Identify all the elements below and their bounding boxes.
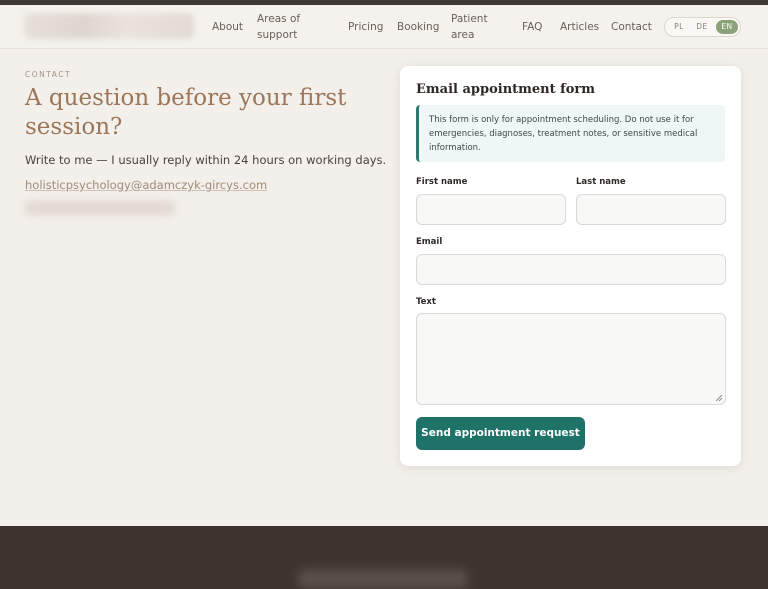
form-title: Email appointment form (416, 82, 596, 97)
nav-link-contact[interactable]: Contact (611, 19, 652, 35)
first-name-label: First name (416, 177, 468, 187)
resize-grip-icon[interactable] (715, 394, 723, 402)
contact-email-link[interactable]: holisticpsychology@adamczyk-gircys.com (25, 178, 267, 192)
nav-link-articles[interactable]: Articles (560, 19, 599, 35)
page-title: A question before your first session? (25, 85, 347, 140)
language-switcher: PL DE EN (664, 17, 741, 37)
nav-link-faq[interactable]: FAQ (522, 19, 542, 35)
nav-link-about[interactable]: About (212, 19, 243, 35)
last-name-label: Last name (576, 177, 626, 187)
text-label: Text (416, 297, 436, 307)
footer-redacted-block (298, 569, 468, 589)
section-eyebrow: CONTACT (25, 70, 72, 79)
nav-link-pricing[interactable]: Pricing (348, 19, 383, 35)
site-header: About Areas of support Pricing Booking P… (0, 5, 768, 49)
appointment-form-card: Email appointment form This form is only… (400, 66, 741, 466)
language-pl[interactable]: PL (669, 20, 689, 34)
language-de[interactable]: DE (692, 20, 712, 34)
first-name-input[interactable] (416, 194, 566, 225)
last-name-input[interactable] (576, 194, 726, 225)
form-notice: This form is only for appointment schedu… (416, 105, 725, 162)
nav-link-booking[interactable]: Booking (397, 19, 439, 35)
email-label: Email (416, 237, 443, 247)
site-footer (0, 526, 768, 589)
language-en[interactable]: EN (716, 20, 738, 34)
message-textarea[interactable] (416, 313, 726, 405)
email-input[interactable] (416, 254, 726, 285)
site-logo[interactable] (24, 13, 194, 39)
nav-link-areas-of-support[interactable]: Areas of support (257, 11, 317, 43)
send-appointment-request-button[interactable]: Send appointment request (416, 417, 585, 450)
contact-lead-text: Write to me — I usually reply within 24 … (25, 153, 387, 167)
redacted-line (25, 201, 175, 215)
nav-link-patient-area[interactable]: Patient area (451, 11, 501, 43)
